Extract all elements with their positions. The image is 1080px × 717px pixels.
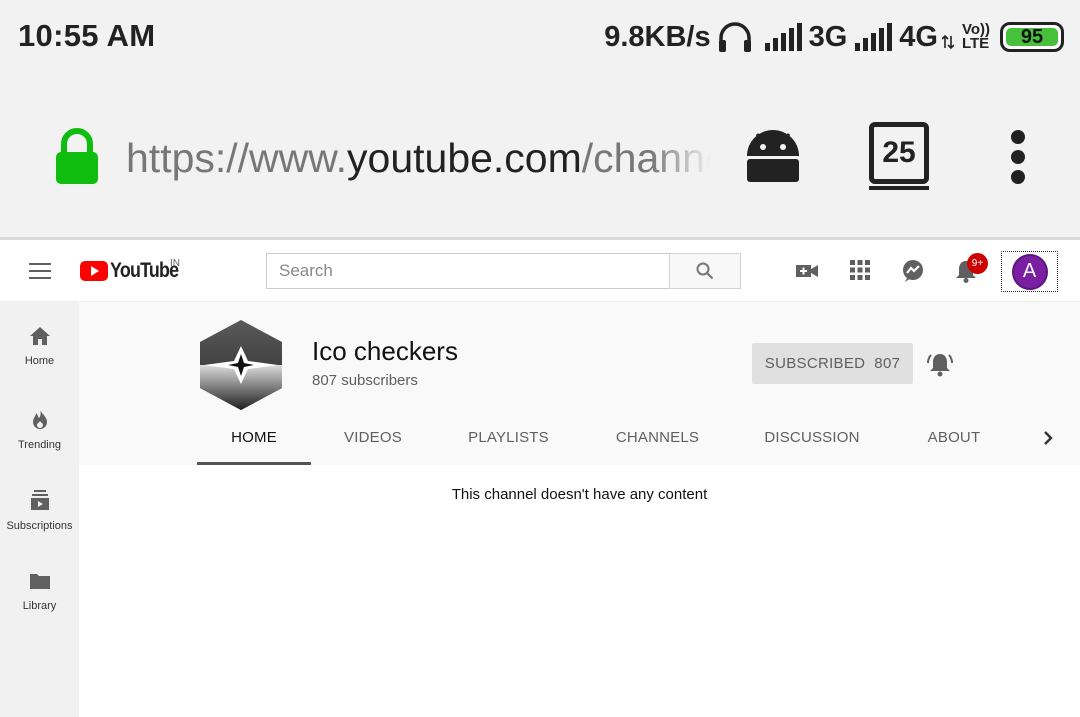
tab-playlists[interactable]: PLAYLISTS bbox=[435, 418, 582, 465]
tab-channels[interactable]: CHANNELS bbox=[582, 418, 733, 465]
browser-menu-icon[interactable] bbox=[1008, 130, 1028, 184]
tab-about[interactable]: ABOUT bbox=[891, 418, 1017, 465]
youtube-play-icon bbox=[80, 261, 108, 281]
guide-item-subscriptions[interactable]: Subscriptions bbox=[0, 489, 79, 551]
tab-home[interactable]: HOME bbox=[197, 418, 311, 465]
search-icon bbox=[696, 262, 714, 280]
signal-icon bbox=[764, 23, 805, 51]
network-speed: 9.8KB/s bbox=[604, 20, 711, 53]
channel-avatar[interactable] bbox=[196, 320, 286, 415]
headphones-icon bbox=[717, 20, 753, 54]
browser-toolbar: https://www.youtube.com/channel 25 bbox=[0, 76, 1080, 238]
left-guide: Home Trending Subscriptions Library bbox=[0, 302, 79, 717]
search-input[interactable]: Search bbox=[266, 253, 670, 289]
avatar: A bbox=[1011, 253, 1048, 290]
folder-icon bbox=[29, 574, 50, 589]
url-fade bbox=[651, 134, 711, 186]
notification-badge: 9+ bbox=[967, 253, 988, 274]
network-type-4g: 4G bbox=[899, 20, 938, 53]
url-scheme: https://www. bbox=[126, 135, 348, 181]
guide-item-home[interactable]: Home bbox=[0, 326, 79, 388]
guide-label-subscriptions: Subscriptions bbox=[6, 520, 73, 532]
tab-discussion[interactable]: DISCUSSION bbox=[733, 418, 891, 465]
status-time: 10:55 AM bbox=[18, 18, 156, 53]
network-type-3g: 3G bbox=[808, 20, 848, 53]
guide-label-library: Library bbox=[22, 600, 57, 612]
channel-name: Ico checkers bbox=[312, 336, 458, 366]
status-bar: 10:55 AM 9.8KB/s 3G 4G Vo)) LTE 95 bbox=[0, 0, 1080, 76]
subscribed-count: 807 bbox=[874, 355, 901, 372]
apps-grid-icon[interactable] bbox=[849, 259, 871, 286]
messages-icon[interactable] bbox=[901, 259, 925, 288]
channel-header: Ico checkers 807 subscribers SUBSCRIBED … bbox=[79, 302, 1080, 465]
volte-indicator: Vo)) LTE bbox=[961, 22, 990, 52]
battery-level: 95 bbox=[1020, 25, 1044, 48]
flame-icon bbox=[32, 409, 47, 429]
guide-label-trending: Trending bbox=[17, 439, 61, 451]
channel-content: This channel doesn't have any content bbox=[79, 465, 1080, 717]
subscriber-count: 807 subscribers bbox=[312, 372, 418, 389]
subscribed-button[interactable]: SUBSCRIBED 807 bbox=[752, 343, 913, 384]
status-indicators: 9.8KB/s 3G 4G Vo)) LTE 95 bbox=[604, 16, 1064, 58]
empty-content-message: This channel doesn't have any content bbox=[451, 486, 708, 503]
tab-switcher-button[interactable]: 25 bbox=[869, 122, 929, 184]
country-code: IN bbox=[170, 258, 180, 269]
guide-label-home: Home bbox=[24, 355, 55, 367]
url-host: youtube.com bbox=[347, 135, 582, 181]
data-arrows-icon bbox=[941, 34, 954, 50]
url-field[interactable]: https://www.youtube.com/channel bbox=[126, 134, 711, 186]
guide-item-library[interactable]: Library bbox=[0, 571, 79, 633]
android-icon[interactable] bbox=[744, 128, 802, 187]
home-icon bbox=[29, 327, 50, 345]
search-button[interactable] bbox=[669, 253, 741, 289]
signal-icon bbox=[855, 23, 895, 51]
create-video-icon[interactable] bbox=[795, 259, 819, 288]
youtube-wordmark: YouTube bbox=[110, 259, 179, 282]
account-button[interactable]: A bbox=[1001, 251, 1058, 292]
notification-bell-icon[interactable] bbox=[926, 351, 954, 382]
tab-switcher-underline bbox=[869, 186, 929, 190]
hamburger-menu-icon[interactable] bbox=[29, 263, 51, 280]
subscribed-label: SUBSCRIBED bbox=[764, 355, 866, 372]
guide-item-trending[interactable]: Trending bbox=[0, 408, 79, 470]
volte-bottom-text: LTE bbox=[961, 35, 990, 52]
lock-icon[interactable] bbox=[54, 128, 100, 189]
chevron-right-icon[interactable] bbox=[1041, 430, 1055, 451]
tab-videos[interactable]: VIDEOS bbox=[311, 418, 435, 465]
youtube-masthead: YouTube IN Search 9+ A bbox=[0, 240, 1080, 302]
subscriptions-icon bbox=[30, 490, 49, 510]
battery-icon: 95 bbox=[1000, 22, 1064, 52]
